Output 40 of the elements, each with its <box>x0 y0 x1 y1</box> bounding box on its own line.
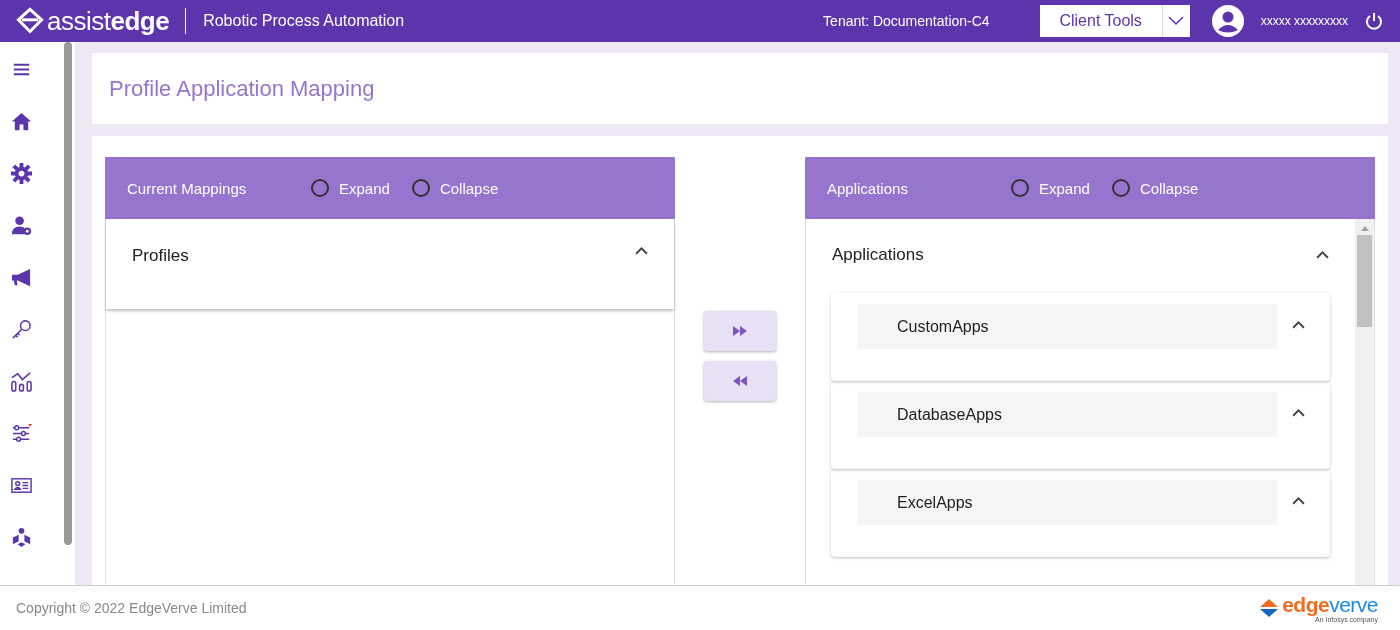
copyright-text: Copyright © 2022 EdgeVerve Limited <box>16 600 247 616</box>
chart-icon[interactable] <box>10 370 33 393</box>
radio-option[interactable]: Expand <box>311 179 390 197</box>
panel-title: Current Mappings <box>127 179 248 197</box>
app-group-header[interactable]: CustomApps <box>858 304 1277 349</box>
double-arrow-right-icon <box>732 326 748 336</box>
sliders-icon[interactable] <box>10 422 33 445</box>
user-name: xxxxx xxxxxxxxx <box>1260 14 1348 28</box>
product-name: Robotic Process Automation <box>203 12 405 30</box>
radio-option[interactable]: Expand <box>1011 179 1090 197</box>
section-title: Profiles <box>132 246 189 266</box>
section-title: Applications <box>832 244 924 265</box>
double-arrow-left-icon <box>732 376 748 386</box>
panel-title: Applications <box>827 179 909 197</box>
chevron-down-icon <box>1168 16 1185 26</box>
home-icon[interactable] <box>10 110 33 133</box>
network-icon[interactable] <box>10 526 33 549</box>
app-group-header[interactable]: DatabaseApps <box>858 392 1277 437</box>
chevron-icon[interactable] <box>635 246 648 255</box>
scroll-thumb[interactable] <box>1357 235 1372 327</box>
chevron-icon[interactable] <box>1292 496 1305 505</box>
tenant-label: Tenant: Documentation-C4 <box>823 13 990 29</box>
radio-option[interactable]: Collapse <box>1111 179 1199 197</box>
key-icon[interactable] <box>10 318 33 341</box>
chevron-icon[interactable] <box>1292 408 1305 417</box>
user-gear-icon[interactable] <box>10 214 33 237</box>
power-icon[interactable] <box>1364 11 1384 31</box>
chevron-icon[interactable] <box>1316 250 1329 259</box>
move-left-button[interactable] <box>704 361 776 401</box>
user-avatar-icon[interactable] <box>1211 5 1244 37</box>
gear-icon[interactable] <box>10 162 33 185</box>
move-right-button[interactable] <box>704 311 776 351</box>
scrollbar-track[interactable] <box>1355 219 1374 585</box>
chevron-icon[interactable] <box>1292 320 1305 329</box>
page-title: Profile Application Mapping <box>109 75 375 102</box>
megaphone-icon[interactable] <box>10 266 33 289</box>
radio-option[interactable]: Collapse <box>411 179 499 197</box>
app-group-header[interactable]: ExcelApps <box>858 480 1277 525</box>
scrollbar[interactable] <box>64 42 72 545</box>
assistedge-logo: assistedge <box>16 6 170 36</box>
